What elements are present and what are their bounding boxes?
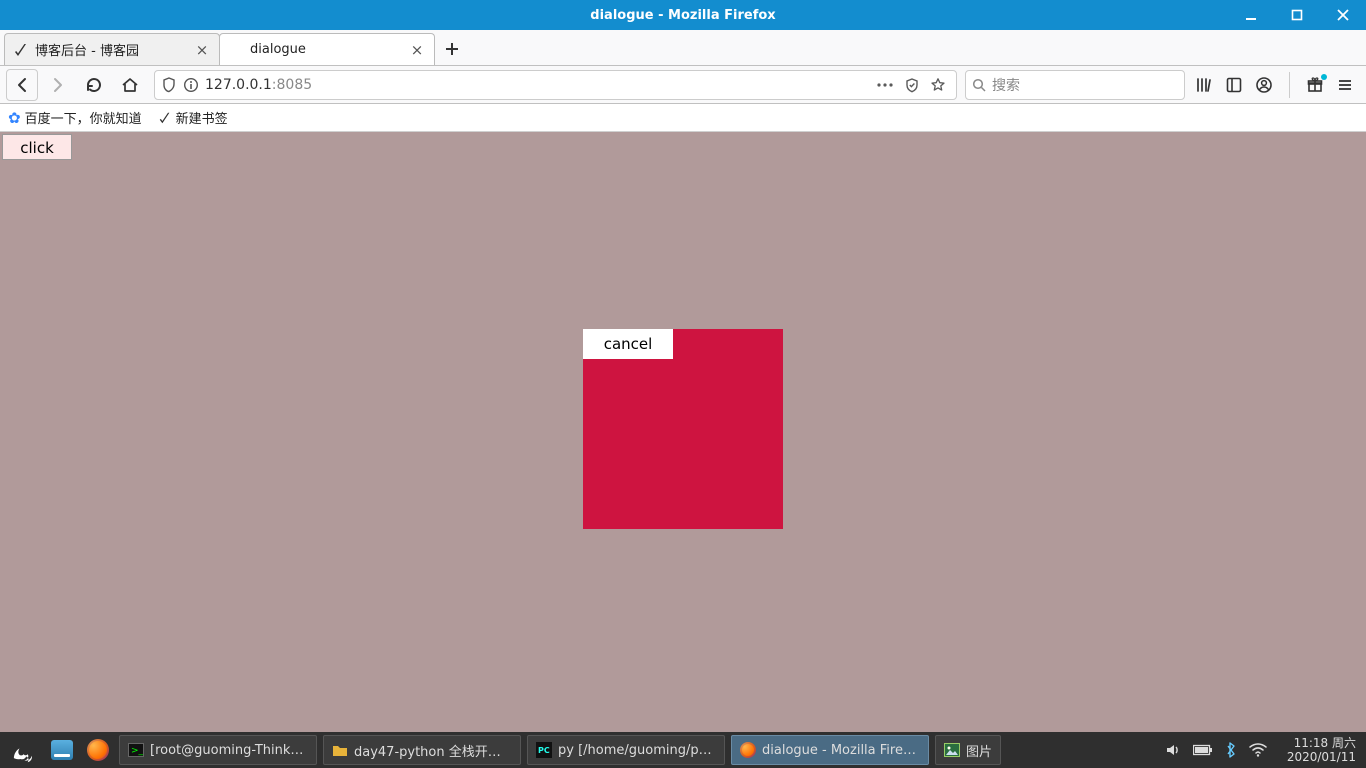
tab-title: 博客后台 - 博客园 [35, 40, 193, 59]
separator [1289, 72, 1290, 98]
taskbar-window[interactable]: dialogue - Mozilla Firefox [731, 735, 929, 765]
taskbar-window[interactable]: >_ [root@guoming-ThinkP... [119, 735, 317, 765]
firefox-icon [87, 739, 109, 761]
window-title: dialogue - Mozilla Firefox [590, 8, 775, 23]
url-bar[interactable]: 127.0.0.1:8085 [154, 70, 957, 100]
dialog-box: cancel [583, 329, 783, 529]
maximize-button[interactable] [1274, 0, 1320, 30]
search-icon [972, 78, 986, 92]
baidu-paw-icon: ✿ [8, 109, 21, 127]
folder-icon [332, 742, 348, 758]
taskbar-clock[interactable]: 11:18 周六 2020/01/11 [1277, 736, 1366, 764]
taskbar-window-title: day47-python 全栈开发-... [354, 741, 512, 760]
bookmark-label: 新建书签 [176, 108, 228, 127]
firefox-icon [740, 742, 756, 758]
search-placeholder: 搜索 [992, 75, 1020, 95]
click-button[interactable]: click [2, 134, 72, 160]
tab-title: dialogue [250, 42, 408, 57]
taskbar-window-title: [root@guoming-ThinkP... [150, 743, 308, 758]
bluetooth-icon[interactable] [1225, 742, 1237, 758]
bookmarks-toolbar: ✿ 百度一下，你就知道 新建书签 [0, 104, 1366, 132]
bookmark-item[interactable]: 新建书签 [158, 108, 228, 127]
whats-new-icon[interactable] [1306, 76, 1324, 94]
bookmark-item[interactable]: ✿ 百度一下，你就知道 [8, 108, 142, 127]
tracking-shield-icon[interactable] [161, 77, 177, 93]
search-bar[interactable]: 搜索 [965, 70, 1185, 100]
taskbar-window-title: py [/home/guoming/py]... [558, 743, 716, 758]
system-tray [1155, 742, 1277, 758]
cancel-button[interactable]: cancel [583, 329, 673, 359]
taskbar-window[interactable]: PC py [/home/guoming/py]... [527, 735, 725, 765]
start-menu-button[interactable] [0, 732, 44, 768]
new-tab-button[interactable] [434, 33, 470, 65]
home-button[interactable] [114, 69, 146, 101]
reload-button[interactable] [78, 69, 110, 101]
taskbar-window[interactable]: day47-python 全栈开发-... [323, 735, 521, 765]
favicon-icon [13, 42, 29, 58]
taskbar-window[interactable]: 图片 [935, 735, 1001, 765]
taskbar-window-title: dialogue - Mozilla Firefox [762, 743, 920, 758]
bookmark-star-icon[interactable] [930, 77, 946, 93]
pinned-firefox-app[interactable] [80, 732, 116, 768]
favicon-icon [228, 42, 244, 58]
site-info-icon[interactable] [183, 77, 199, 93]
svg-text:>_: >_ [131, 746, 144, 756]
page-actions-icon[interactable] [876, 82, 894, 88]
bookmark-generic-icon [158, 111, 172, 125]
files-manager-icon [51, 740, 73, 760]
page-viewport: click cancel [0, 132, 1366, 732]
tab-close-icon[interactable]: × [193, 41, 211, 59]
os-titlebar: dialogue - Mozilla Firefox [0, 0, 1366, 30]
terminal-icon: >_ [128, 742, 144, 758]
pycharm-icon: PC [536, 742, 552, 758]
minimize-button[interactable] [1228, 0, 1274, 30]
forward-button[interactable] [42, 69, 74, 101]
bookmark-label: 百度一下，你就知道 [25, 108, 142, 127]
browser-tab[interactable]: 博客后台 - 博客园 × [4, 33, 220, 65]
os-taskbar: >_ [root@guoming-ThinkP... day47-python … [0, 732, 1366, 768]
pinned-files-app[interactable] [44, 732, 80, 768]
browser-tab[interactable]: dialogue × [219, 33, 435, 65]
battery-icon[interactable] [1193, 744, 1213, 756]
reader-view-icon[interactable] [904, 77, 920, 93]
taskbar-window-title: 图片 [966, 741, 992, 760]
tab-close-icon[interactable]: × [408, 41, 426, 59]
close-window-button[interactable] [1320, 0, 1366, 30]
back-button[interactable] [6, 69, 38, 101]
library-icon[interactable] [1195, 76, 1213, 94]
svg-text:PC: PC [538, 746, 550, 755]
account-icon[interactable] [1255, 76, 1273, 94]
volume-icon[interactable] [1165, 742, 1181, 758]
browser-tabstrip: 博客后台 - 博客园 × dialogue × [0, 30, 1366, 66]
wifi-icon[interactable] [1249, 743, 1267, 757]
hamburger-menu-icon[interactable] [1336, 76, 1354, 94]
sidebar-icon[interactable] [1225, 76, 1243, 94]
browser-navbar: 127.0.0.1:8085 搜索 [0, 66, 1366, 104]
url-text: 127.0.0.1:8085 [205, 77, 870, 93]
image-viewer-icon [944, 742, 960, 758]
